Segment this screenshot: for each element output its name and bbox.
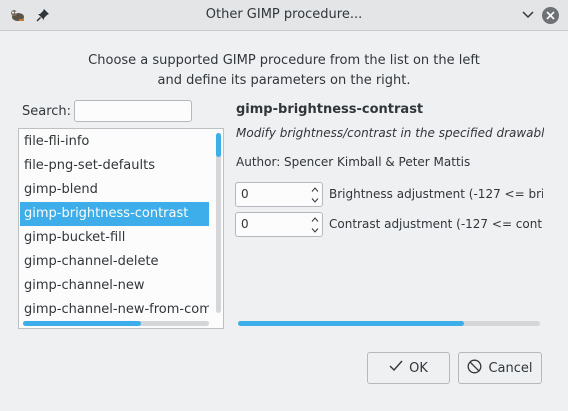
contrast-value: 0 <box>241 217 249 231</box>
intro-line-2: and define its parameters on the right. <box>157 73 411 88</box>
brightness-spinbox[interactable]: 0 <box>235 182 323 207</box>
list-item[interactable]: gimp-channel-new <box>20 274 209 298</box>
check-icon <box>389 360 403 376</box>
procedure-author: Author: Spencer Kimball & Peter Mattis <box>236 155 471 169</box>
window-title: Other GIMP procedure... <box>205 7 363 22</box>
list-vertical-scrollbar[interactable] <box>216 133 221 313</box>
list-item[interactable]: gimp-blend <box>20 178 209 202</box>
title-bar: Other GIMP procedure... <box>0 0 568 31</box>
procedure-list[interactable]: file-fli-info file-png-set-defaults gimp… <box>18 128 224 329</box>
list-item[interactable]: gimp-channel-delete <box>20 250 209 274</box>
close-button[interactable] <box>541 6 559 24</box>
procedure-blurb: Modify brightness/contrast in the specif… <box>236 126 544 140</box>
contrast-spinbox[interactable]: 0 <box>235 212 323 237</box>
procedure-name: gimp-brightness-contrast <box>236 102 424 117</box>
brightness-label: Brightness adjustment (-127 <= brightnes… <box>329 187 543 201</box>
spin-up-icon[interactable] <box>310 184 320 194</box>
list-item[interactable]: gimp-bucket-fill <box>20 226 209 250</box>
spin-down-icon[interactable] <box>310 195 320 205</box>
details-horizontal-scrollbar-thumb[interactable] <box>238 321 464 326</box>
list-item[interactable]: file-fli-info <box>20 130 209 154</box>
contrast-label: Contrast adjustment (-127 <= contrast <=… <box>329 217 543 231</box>
search-label: Search: <box>22 104 72 119</box>
list-item[interactable]: gimp-channel-new-from-comp <box>20 298 209 322</box>
intro-text: Choose a supported GIMP procedure from t… <box>0 51 568 91</box>
spin-down-icon[interactable] <box>310 225 320 235</box>
spin-up-icon[interactable] <box>310 214 320 224</box>
search-input[interactable] <box>74 100 192 122</box>
close-icon <box>541 6 559 24</box>
list-item-selected[interactable]: gimp-brightness-contrast <box>20 202 209 226</box>
list-horizontal-scrollbar-thumb[interactable] <box>23 321 141 326</box>
brightness-value: 0 <box>241 187 249 201</box>
chevron-down-icon[interactable] <box>519 6 537 24</box>
list-vertical-scrollbar-thumb[interactable] <box>216 133 221 157</box>
ok-button[interactable]: OK <box>367 352 450 384</box>
list-item[interactable]: file-png-set-defaults <box>20 154 209 178</box>
list-horizontal-scrollbar[interactable] <box>23 321 209 326</box>
intro-line-1: Choose a supported GIMP procedure from t… <box>88 53 480 68</box>
details-horizontal-scrollbar[interactable] <box>238 321 540 326</box>
cancel-label: Cancel <box>488 360 533 376</box>
cancel-icon <box>467 359 482 378</box>
ok-label: OK <box>409 360 428 376</box>
cancel-button[interactable]: Cancel <box>458 352 542 384</box>
